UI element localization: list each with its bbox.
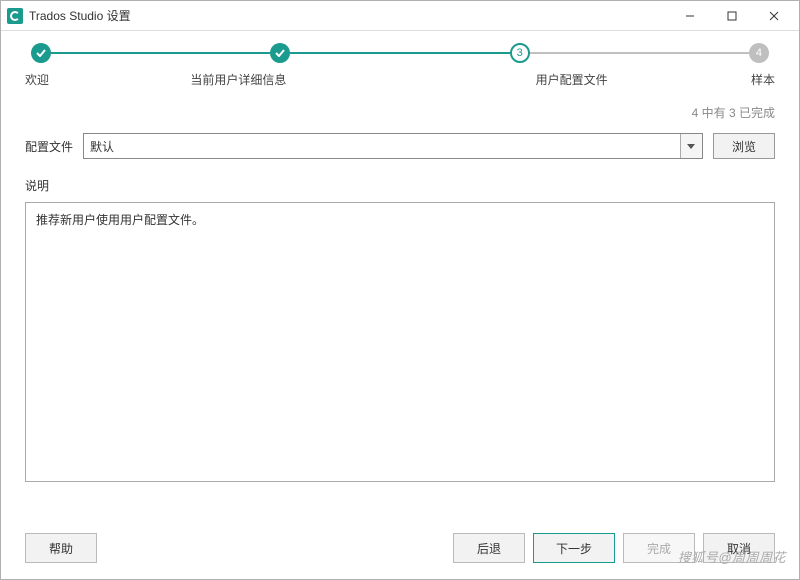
- profile-label: 配置文件: [25, 138, 73, 155]
- step-1-icon: [31, 43, 51, 63]
- description-label: 说明: [25, 177, 775, 194]
- step-3-label: 用户配置文件: [512, 71, 632, 88]
- help-button-label: 帮助: [49, 540, 73, 557]
- browse-button[interactable]: 浏览: [713, 133, 775, 159]
- chevron-down-icon: [680, 134, 702, 158]
- profile-select[interactable]: 默认: [83, 133, 703, 159]
- description-box: 推荐新用户使用用户配置文件。: [25, 202, 775, 482]
- app-icon: [7, 8, 23, 24]
- wizard-window: Trados Studio 设置: [0, 0, 800, 580]
- minimize-icon: [685, 11, 695, 21]
- wizard-footer: 帮助 后退 下一步 完成 取消: [1, 517, 799, 579]
- help-button[interactable]: 帮助: [25, 533, 97, 563]
- window-controls: [669, 2, 795, 30]
- step-2-icon: [270, 43, 290, 63]
- step-labels: 欢迎 当前用户详细信息 用户配置文件 样本: [25, 71, 775, 88]
- step-line-2: [290, 52, 509, 54]
- step-3-icon: 3: [510, 43, 530, 63]
- titlebar: Trados Studio 设置: [1, 1, 799, 31]
- check-icon: [36, 49, 46, 57]
- check-icon: [275, 49, 285, 57]
- step-line-1: [51, 52, 270, 54]
- step-4-icon: 4: [749, 43, 769, 63]
- finish-button-label: 完成: [647, 540, 671, 557]
- close-icon: [769, 11, 779, 21]
- profile-row: 配置文件 默认 浏览: [25, 133, 775, 159]
- minimize-button[interactable]: [669, 2, 711, 30]
- step-2-label: 当前用户详细信息: [158, 71, 318, 88]
- browse-button-label: 浏览: [732, 138, 756, 155]
- profile-select-value: 默认: [90, 138, 114, 155]
- step-4-label: 样本: [715, 71, 775, 88]
- step-1-label: 欢迎: [25, 71, 85, 88]
- step-indicator: 3 4 欢迎 当前用户详细信息 用户配置文件 样本: [25, 31, 775, 92]
- cancel-button-label: 取消: [727, 540, 751, 557]
- progress-text: 4 中有 3 已完成: [25, 104, 775, 121]
- finish-button: 完成: [623, 533, 695, 563]
- cancel-button[interactable]: 取消: [703, 533, 775, 563]
- back-button[interactable]: 后退: [453, 533, 525, 563]
- wizard-content: 3 4 欢迎 当前用户详细信息 用户配置文件 样本 4 中有 3 已完成 配置文…: [1, 31, 799, 517]
- close-button[interactable]: [753, 2, 795, 30]
- next-button[interactable]: 下一步: [533, 533, 615, 563]
- back-button-label: 后退: [477, 540, 501, 557]
- next-button-label: 下一步: [556, 540, 592, 557]
- maximize-icon: [727, 11, 737, 21]
- maximize-button[interactable]: [711, 2, 753, 30]
- step-line-3: [530, 52, 749, 54]
- step-row: 3 4: [25, 43, 775, 63]
- window-title: Trados Studio 设置: [29, 7, 669, 24]
- description-text: 推荐新用户使用用户配置文件。: [36, 213, 204, 227]
